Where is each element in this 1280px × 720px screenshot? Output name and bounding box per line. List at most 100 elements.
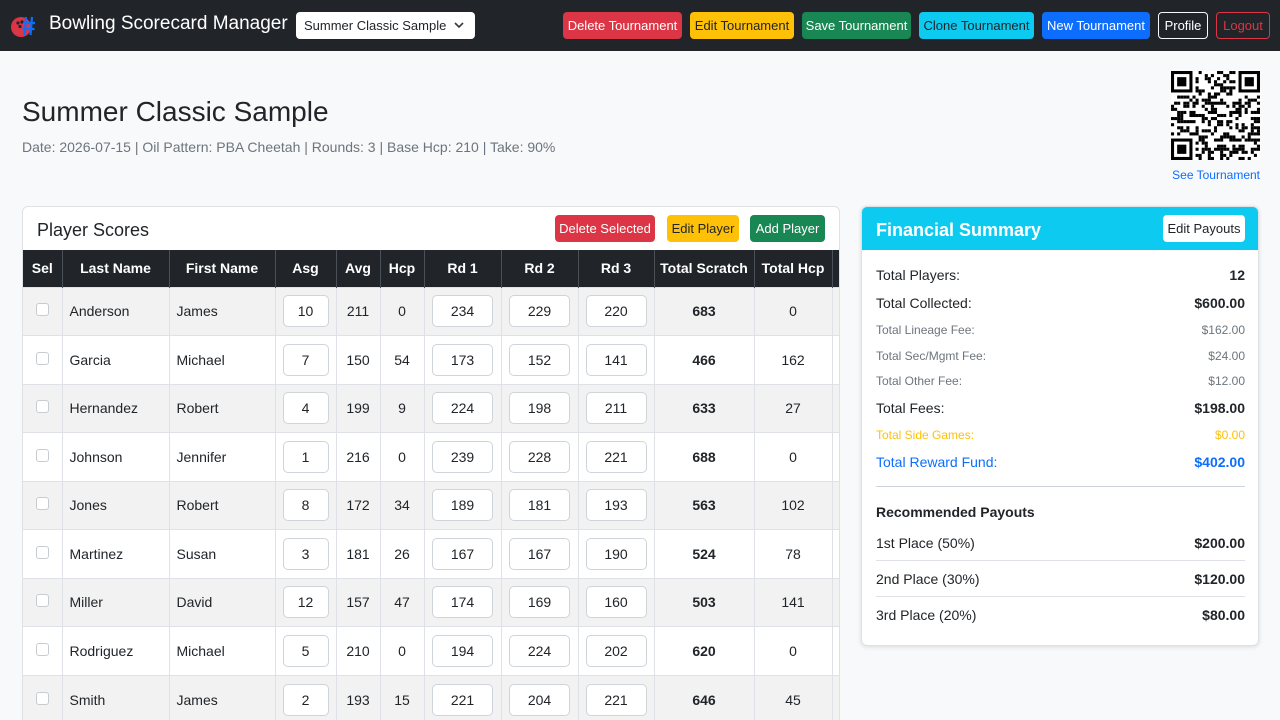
delete-selected-button[interactable]: Delete Selected (555, 215, 655, 242)
rd2-input[interactable]: 169 (509, 586, 570, 619)
page-title: Summer Classic Sample (22, 96, 329, 127)
col-header-rd1[interactable]: Rd 1 (424, 250, 502, 287)
col-header-total-scratch[interactable]: Total Scratch (654, 250, 755, 287)
sec-fee-value: $24.00 (1208, 349, 1245, 363)
rd1-cell: 174 (424, 577, 502, 627)
hcp-cell: 15 (380, 674, 425, 720)
delete-tournament-button[interactable]: Delete Tournament (563, 12, 682, 39)
rd3-input[interactable]: 160 (585, 586, 647, 619)
col-header-rd3[interactable]: Rd 3 (578, 250, 655, 287)
asg-input[interactable]: 3 (282, 537, 329, 570)
row-select-checkbox[interactable] (35, 691, 49, 705)
asg-input[interactable]: 4 (282, 392, 329, 425)
logout-button[interactable]: Logout (1216, 12, 1270, 39)
row-select-checkbox[interactable] (35, 545, 49, 559)
payout-row: 1st Place (50%) $200.00 (876, 535, 1245, 551)
asg-cell: 4 (275, 383, 337, 433)
row-select-checkbox[interactable] (35, 400, 49, 414)
total-fees-label: Total Fees: (876, 400, 945, 416)
asg-cell: 10 (275, 286, 337, 336)
col-header-last-name[interactable]: Last Name (62, 250, 170, 287)
rd2-input[interactable]: 181 (509, 489, 570, 522)
col-header-rd2[interactable]: Rd 2 (501, 250, 579, 287)
row-select-checkbox[interactable] (35, 303, 49, 317)
rd2-input[interactable]: 204 (509, 683, 570, 716)
asg-input[interactable]: 5 (282, 634, 329, 667)
row-select-cell (23, 383, 63, 433)
avg-cell: 157 (336, 577, 381, 627)
rd2-input[interactable]: 152 (509, 343, 570, 376)
row-select-checkbox[interactable] (35, 448, 49, 462)
col-header-first-name[interactable]: First Name (169, 250, 276, 287)
col-header-hcp[interactable]: Hcp (380, 250, 425, 287)
last-name-cell: Johnson (62, 432, 170, 481)
table-row: Garcia Michael 7 150 54 173 152 141 466 162 (23, 335, 839, 384)
rd2-input[interactable]: 167 (509, 537, 570, 570)
total-fees-row: Total Fees: $198.00 (876, 400, 1245, 416)
row-select-cell (23, 674, 63, 720)
row-select-cell (23, 286, 63, 336)
asg-input[interactable]: 8 (282, 489, 329, 522)
rd3-input[interactable]: 141 (585, 343, 647, 376)
row-select-checkbox[interactable] (35, 642, 49, 656)
asg-input[interactable]: 1 (282, 440, 329, 473)
col-header-total-hcp[interactable]: Total Hcp (754, 250, 833, 287)
side-games-label: Total Side Games: (876, 428, 975, 442)
row-select-checkbox[interactable] (35, 594, 49, 608)
rd1-input[interactable]: 173 (432, 343, 493, 376)
rd1-input[interactable]: 189 (432, 489, 493, 522)
clone-tournament-button[interactable]: Clone Tournament (919, 12, 1034, 39)
total-collected-label: Total Collected: (876, 295, 972, 311)
rd3-input[interactable]: 190 (585, 537, 647, 570)
last-name-cell: Hernandez (62, 383, 170, 433)
col-header-avg[interactable]: Avg (336, 250, 381, 287)
asg-input[interactable]: 10 (282, 295, 329, 328)
avg-cell: 216 (336, 432, 381, 481)
row-select-checkbox[interactable] (35, 497, 49, 511)
avg-cell: 210 (336, 626, 381, 675)
new-tournament-button[interactable]: New Tournament (1042, 12, 1150, 39)
asg-input[interactable]: 2 (282, 683, 329, 716)
rd3-input[interactable]: 211 (585, 392, 647, 425)
sec-fee-label: Total Sec/Mgmt Fee: (876, 349, 987, 363)
table-row: Anderson James 10 211 0 234 229 220 683 0 (23, 286, 839, 336)
rd1-input[interactable]: 239 (432, 440, 493, 473)
rd3-input[interactable]: 220 (585, 295, 647, 328)
rd3-input[interactable]: 221 (585, 683, 647, 716)
financial-summary-title: Financial Summary (876, 220, 1042, 240)
reward-fund-value: $402.00 (1194, 454, 1245, 470)
asg-input[interactable]: 12 (282, 586, 329, 619)
rd1-input[interactable]: 194 (432, 634, 493, 667)
rd2-input[interactable]: 224 (509, 634, 570, 667)
edit-payouts-button[interactable]: Edit Payouts (1163, 215, 1245, 242)
rd2-input[interactable]: 229 (509, 295, 570, 328)
rd2-input[interactable]: 198 (509, 392, 570, 425)
rd1-input[interactable]: 224 (432, 392, 493, 425)
rd2-input[interactable]: 228 (509, 440, 570, 473)
see-tournament-link[interactable]: See Tournament (1171, 168, 1260, 182)
rd1-input[interactable]: 234 (432, 295, 493, 328)
payout-value: $200.00 (1194, 535, 1245, 551)
edit-player-button[interactable]: Edit Player (667, 215, 739, 242)
rd1-input[interactable]: 174 (432, 586, 493, 619)
edit-tournament-button[interactable]: Edit Tournament (690, 12, 794, 39)
row-select-cell (23, 480, 63, 530)
save-tournament-button[interactable]: Save Tournament (802, 12, 911, 39)
rd3-cell: 221 (578, 432, 655, 481)
rd1-input[interactable]: 167 (432, 537, 493, 570)
tournament-select[interactable]: Summer Classic Sample (296, 12, 475, 39)
col-header-sel[interactable]: Sel (23, 250, 63, 287)
rd3-input[interactable]: 221 (585, 440, 647, 473)
row-select-checkbox[interactable] (35, 351, 49, 365)
add-player-button[interactable]: Add Player (750, 215, 825, 242)
rd1-input[interactable]: 221 (432, 683, 493, 716)
asg-input[interactable]: 7 (282, 343, 329, 376)
rd2-cell: 167 (501, 529, 579, 578)
col-header-asg[interactable]: Asg (275, 250, 337, 287)
rd3-input[interactable]: 202 (585, 634, 647, 667)
rd3-input[interactable]: 193 (585, 489, 647, 522)
last-name-cell: Garcia (62, 335, 170, 384)
profile-button[interactable]: Profile (1158, 12, 1208, 39)
overflow-cell (832, 626, 839, 675)
rd2-cell: 169 (501, 577, 579, 627)
